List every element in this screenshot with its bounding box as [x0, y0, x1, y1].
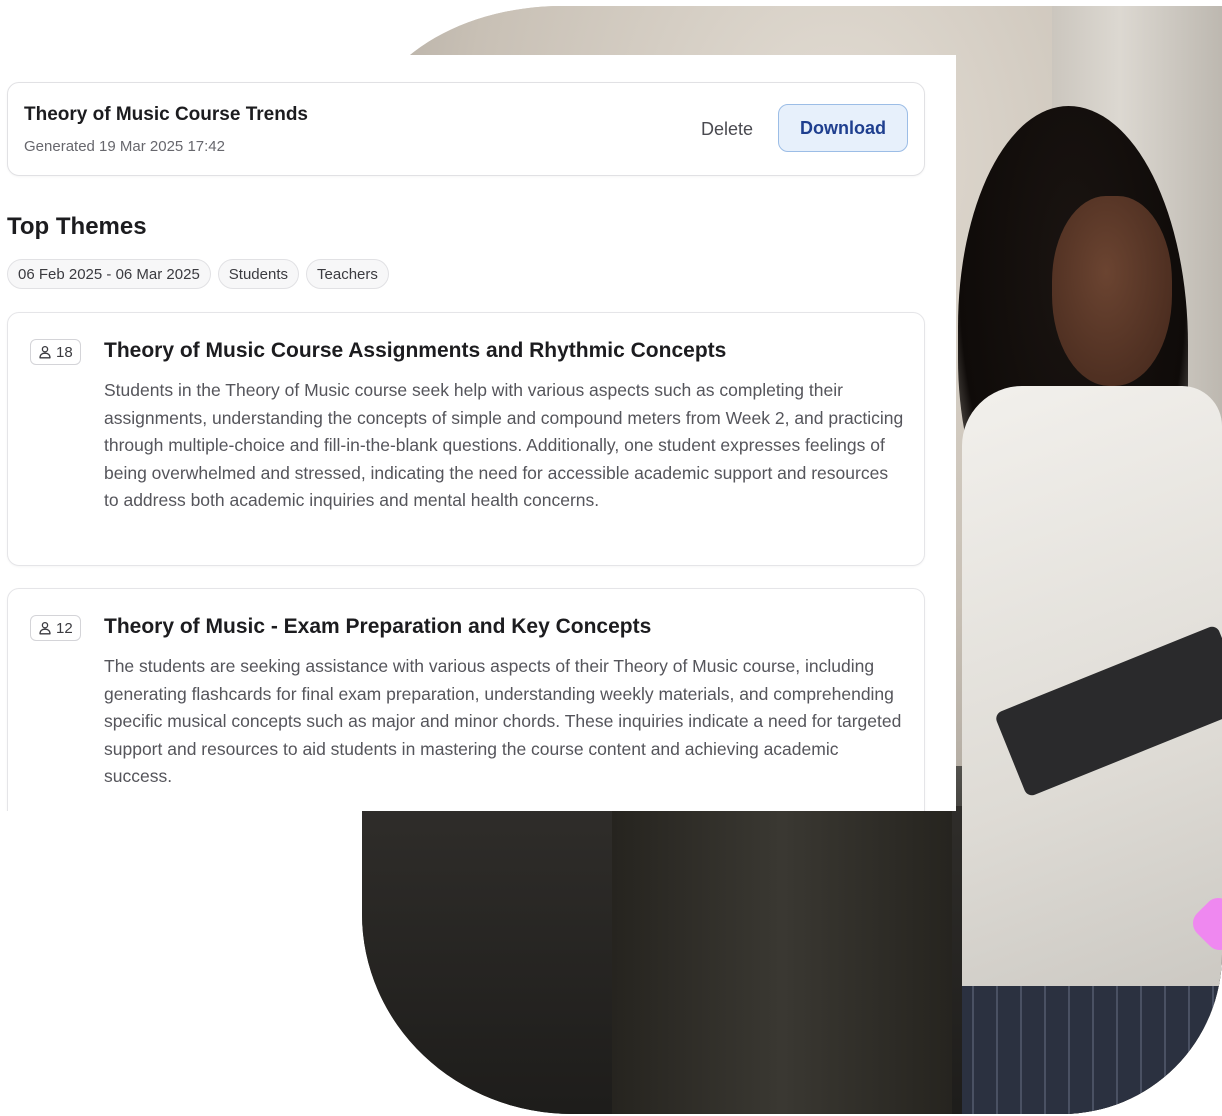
user-count: 18 [56, 343, 73, 361]
theme-title: Theory of Music Course Assignments and R… [104, 339, 727, 362]
theme-description: Students in the Theory of Music course s… [104, 380, 904, 511]
user-icon [39, 345, 51, 359]
section-title: Top Themes [7, 213, 147, 240]
user-count-badge: 12 [30, 615, 81, 641]
user-count-badge: 18 [30, 339, 81, 365]
report-generated-date: Generated 19 Mar 2025 17:42 [24, 138, 225, 155]
theme-card[interactable]: 12 Theory of Music - Exam Preparation an… [7, 588, 925, 811]
filter-chip-date-range[interactable]: 06 Feb 2025 - 06 Mar 2025 [7, 259, 211, 289]
delete-button[interactable]: Delete [686, 105, 768, 153]
report-panel: Theory of Music Course Trends Generated … [0, 55, 956, 811]
report-header-card: Theory of Music Course Trends Generated … [7, 82, 925, 176]
report-title: Theory of Music Course Trends [24, 104, 308, 125]
download-button[interactable]: Download [778, 104, 908, 152]
theme-title: Theory of Music - Exam Preparation and K… [104, 615, 652, 638]
user-icon [39, 621, 51, 635]
theme-description: The students are seeking assistance with… [104, 656, 902, 787]
filter-chip-teachers[interactable]: Teachers [306, 259, 389, 289]
filter-chip-students[interactable]: Students [217, 259, 300, 289]
filter-chips: 06 Feb 2025 - 06 Mar 2025 Students Teach… [7, 259, 389, 289]
theme-card[interactable]: 18 Theory of Music Course Assignments an… [7, 312, 925, 566]
user-count: 12 [56, 619, 73, 637]
